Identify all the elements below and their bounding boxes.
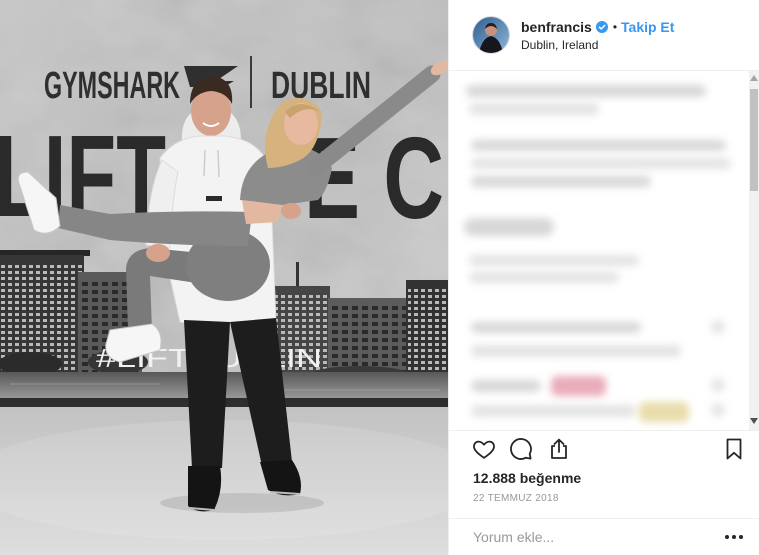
avatar-image bbox=[473, 17, 509, 53]
blurred-comment-like bbox=[711, 378, 725, 392]
floor-highlight bbox=[0, 420, 448, 540]
share-icon bbox=[551, 438, 567, 459]
comment-input[interactable] bbox=[473, 527, 709, 547]
heart-icon bbox=[473, 440, 495, 459]
comments-list bbox=[449, 71, 759, 430]
follow-button[interactable]: Takip Et bbox=[621, 18, 674, 36]
add-comment-row bbox=[449, 518, 759, 555]
scroll-up-arrow-icon[interactable] bbox=[750, 75, 758, 81]
blurred-comment-line bbox=[466, 85, 706, 97]
avatar[interactable] bbox=[472, 16, 510, 54]
wall-brand-text: GYMSHARK bbox=[44, 65, 180, 107]
user-row: benfrancis • Takip Et bbox=[521, 18, 674, 36]
blurred-comment-line bbox=[471, 176, 651, 187]
blurred-comment-line bbox=[471, 380, 541, 392]
comment-button[interactable] bbox=[509, 437, 533, 461]
blurred-comment-line bbox=[469, 272, 619, 283]
location-link[interactable]: Dublin, Ireland bbox=[521, 38, 598, 52]
blurred-comment-line bbox=[469, 103, 599, 115]
post-side-panel: benfrancis • Takip Et Dublin, Ireland 12… bbox=[448, 0, 759, 555]
scrollbar-thumb[interactable] bbox=[750, 89, 758, 191]
comments-scrollbar[interactable] bbox=[749, 71, 759, 430]
man-hand bbox=[281, 203, 301, 219]
man-hand bbox=[146, 244, 170, 262]
mast bbox=[296, 262, 299, 288]
man-shoe bbox=[188, 466, 222, 512]
blurred-comment-like bbox=[711, 403, 725, 417]
like-button[interactable] bbox=[472, 437, 496, 461]
save-button[interactable] bbox=[722, 437, 746, 461]
hoodie-drawstring bbox=[203, 149, 206, 177]
hoodie-chest-logo bbox=[206, 196, 222, 201]
blurred-comment-emoji bbox=[639, 402, 689, 422]
verified-badge-icon bbox=[595, 21, 608, 33]
blurred-comment-line bbox=[471, 322, 641, 333]
post-date[interactable]: 22 TEMMUZ 2018 bbox=[473, 493, 559, 505]
man-leg bbox=[184, 320, 230, 468]
username-link[interactable]: benfrancis bbox=[521, 19, 592, 35]
bookmark-icon bbox=[726, 438, 742, 460]
hoodie-drawstring bbox=[217, 149, 220, 178]
blurred-comment-emoji bbox=[551, 376, 606, 396]
floor-shadow bbox=[160, 493, 324, 513]
blurred-comment-line bbox=[471, 345, 681, 357]
post-photo: GYMSHARK DUBLIN LIFT E C bbox=[0, 0, 448, 555]
likes-count[interactable]: 12.888 beğenme bbox=[473, 469, 581, 487]
post-header: benfrancis • Takip Et Dublin, Ireland bbox=[449, 0, 759, 71]
blurred-comment-like bbox=[711, 320, 725, 334]
blurred-comment-line bbox=[471, 158, 731, 169]
post-actions: 12.888 beğenme 22 TEMMUZ 2018 bbox=[449, 430, 759, 518]
comment-icon bbox=[510, 438, 532, 460]
blurred-comment-line bbox=[471, 140, 726, 151]
blurred-comment-line bbox=[469, 255, 639, 266]
post-photo-illustration: GYMSHARK DUBLIN LIFT E C bbox=[0, 0, 448, 555]
blurred-comment-author bbox=[464, 218, 554, 236]
more-options-button[interactable] bbox=[723, 532, 745, 542]
instagram-post-view: GYMSHARK DUBLIN LIFT E C benfrancis • Ta… bbox=[0, 0, 759, 555]
more-options-icon bbox=[725, 535, 743, 539]
header-separator: • bbox=[612, 20, 618, 34]
building-windows bbox=[408, 286, 448, 382]
share-button[interactable] bbox=[547, 437, 571, 461]
scroll-down-arrow-icon[interactable] bbox=[750, 418, 758, 424]
blurred-comment-line bbox=[471, 405, 636, 417]
